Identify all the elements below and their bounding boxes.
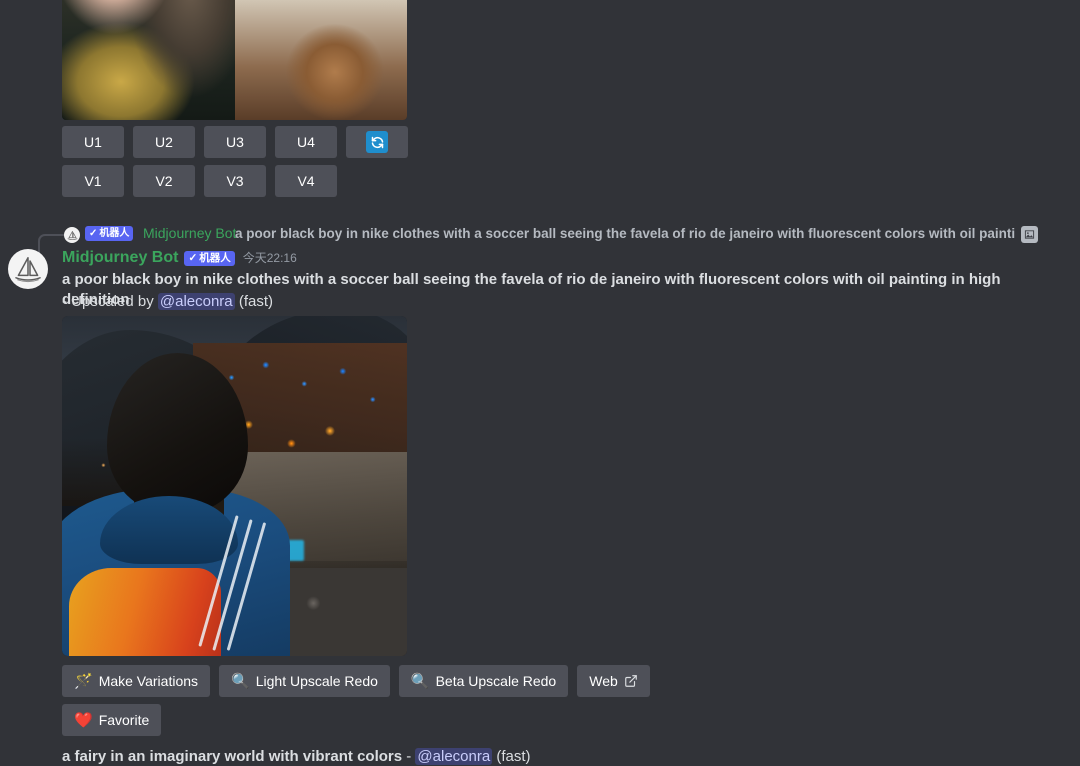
upscale-1-button[interactable]: U1 (62, 126, 124, 158)
next-user-mention[interactable]: @aleconra (415, 748, 493, 765)
variation-4-label: V4 (297, 173, 315, 189)
variation-3-label: V3 (226, 173, 244, 189)
reply-bot-badge: ✓ 机器人 (85, 226, 134, 241)
image-jersey (68, 567, 221, 656)
heart-icon: ❤️ (74, 711, 93, 729)
reply-preview-text[interactable]: a poor black boy in nike clothes with a … (235, 226, 1015, 241)
make-variations-label: Make Variations (98, 673, 199, 689)
upscale-3-button[interactable]: U3 (204, 126, 266, 158)
variation-1-label: V1 (84, 173, 102, 189)
magnifier-icon: 🔍 (231, 672, 250, 690)
user-mention[interactable]: @aleconra (157, 293, 235, 310)
next-message-text: a fairy in an imaginary world with vibra… (62, 747, 531, 766)
favorite-label: Favorite (98, 712, 150, 728)
beta-upscale-redo-label: Beta Upscale Redo (435, 673, 557, 689)
variation-button-row: V1 V2 V3 V4 (62, 165, 337, 197)
upscale-button-row: U1 U2 U3 U4 (62, 126, 408, 158)
image-rocks (289, 567, 407, 656)
upscale-4-button[interactable]: U4 (275, 126, 337, 158)
favorite-row: ❤️ Favorite (62, 704, 162, 736)
bot-badge-check-icon: ✓ (188, 251, 198, 264)
refresh-icon (366, 131, 388, 153)
grid-cell-4 (234, 0, 407, 120)
image-attachment-icon (1021, 226, 1038, 243)
upscaled-result-image[interactable] (62, 316, 407, 656)
magic-wand-icon: 🪄 (74, 672, 93, 690)
external-link-icon (624, 674, 638, 688)
make-variations-button[interactable]: 🪄 Make Variations (62, 665, 211, 697)
light-upscale-redo-label: Light Upscale Redo (255, 673, 378, 689)
grid-cell-3 (62, 0, 235, 120)
next-separator: - (402, 748, 416, 765)
message-timestamp: 今天22:16 (242, 251, 297, 265)
bot-badge-label: 机器人 (199, 251, 231, 264)
upscale-2-button[interactable]: U2 (133, 126, 195, 158)
light-upscale-redo-button[interactable]: 🔍 Light Upscale Redo (219, 665, 390, 697)
speed-mode-label: (fast) (234, 293, 273, 310)
favorite-button[interactable]: ❤️ Favorite (62, 704, 162, 736)
next-prompt-text: a fairy in an imaginary world with vibra… (62, 748, 403, 765)
bot-badge: ✓ 机器人 (184, 250, 235, 266)
reply-badge-check-icon: ✓ (89, 227, 98, 239)
variation-2-button[interactable]: V2 (133, 165, 195, 197)
image-action-row: 🪄 Make Variations 🔍 Light Upscale Redo 🔍… (62, 665, 650, 697)
upscale-1-label: U1 (84, 134, 102, 150)
reroll-button[interactable] (346, 126, 408, 158)
beta-upscale-redo-button[interactable]: 🔍 Beta Upscale Redo (398, 665, 569, 697)
message-subtext: - Upscaled by @aleconra (fast) (62, 292, 273, 312)
upscaled-by-label: - Upscaled by (62, 293, 158, 310)
next-speed-label: (fast) (492, 748, 531, 765)
variation-3-button[interactable]: V3 (204, 165, 266, 197)
reply-reference-bar[interactable]: ✓ 机器人 Midjourney Bot a poor black boy in… (0, 224, 1080, 262)
discord-message-view: U1 U2 U3 U4 V1 V2 V3 V4 ✓ 机器人 Midjourney… (0, 0, 1080, 766)
variation-1-button[interactable]: V1 (62, 165, 124, 197)
message-header: Midjourney Bot ✓ 机器人 今天22:16 (62, 248, 297, 268)
upscale-2-label: U2 (155, 134, 173, 150)
upscale-3-label: U3 (226, 134, 244, 150)
reply-author-name[interactable]: Midjourney Bot (143, 225, 236, 241)
variation-2-label: V2 (155, 173, 173, 189)
grid-result-image[interactable] (62, 0, 407, 120)
reply-author-avatar (64, 227, 80, 243)
variation-4-button[interactable]: V4 (275, 165, 337, 197)
author-avatar[interactable] (8, 249, 48, 289)
web-label: Web (589, 673, 618, 689)
midjourney-sailboat-icon (67, 230, 77, 240)
author-name[interactable]: Midjourney Bot (62, 250, 178, 266)
magnifier-icon: 🔍 (410, 672, 430, 690)
midjourney-sailboat-icon (15, 257, 41, 283)
upscale-4-label: U4 (297, 134, 315, 150)
web-button[interactable]: Web (577, 665, 650, 697)
reply-badge-label: 机器人 (99, 227, 130, 239)
